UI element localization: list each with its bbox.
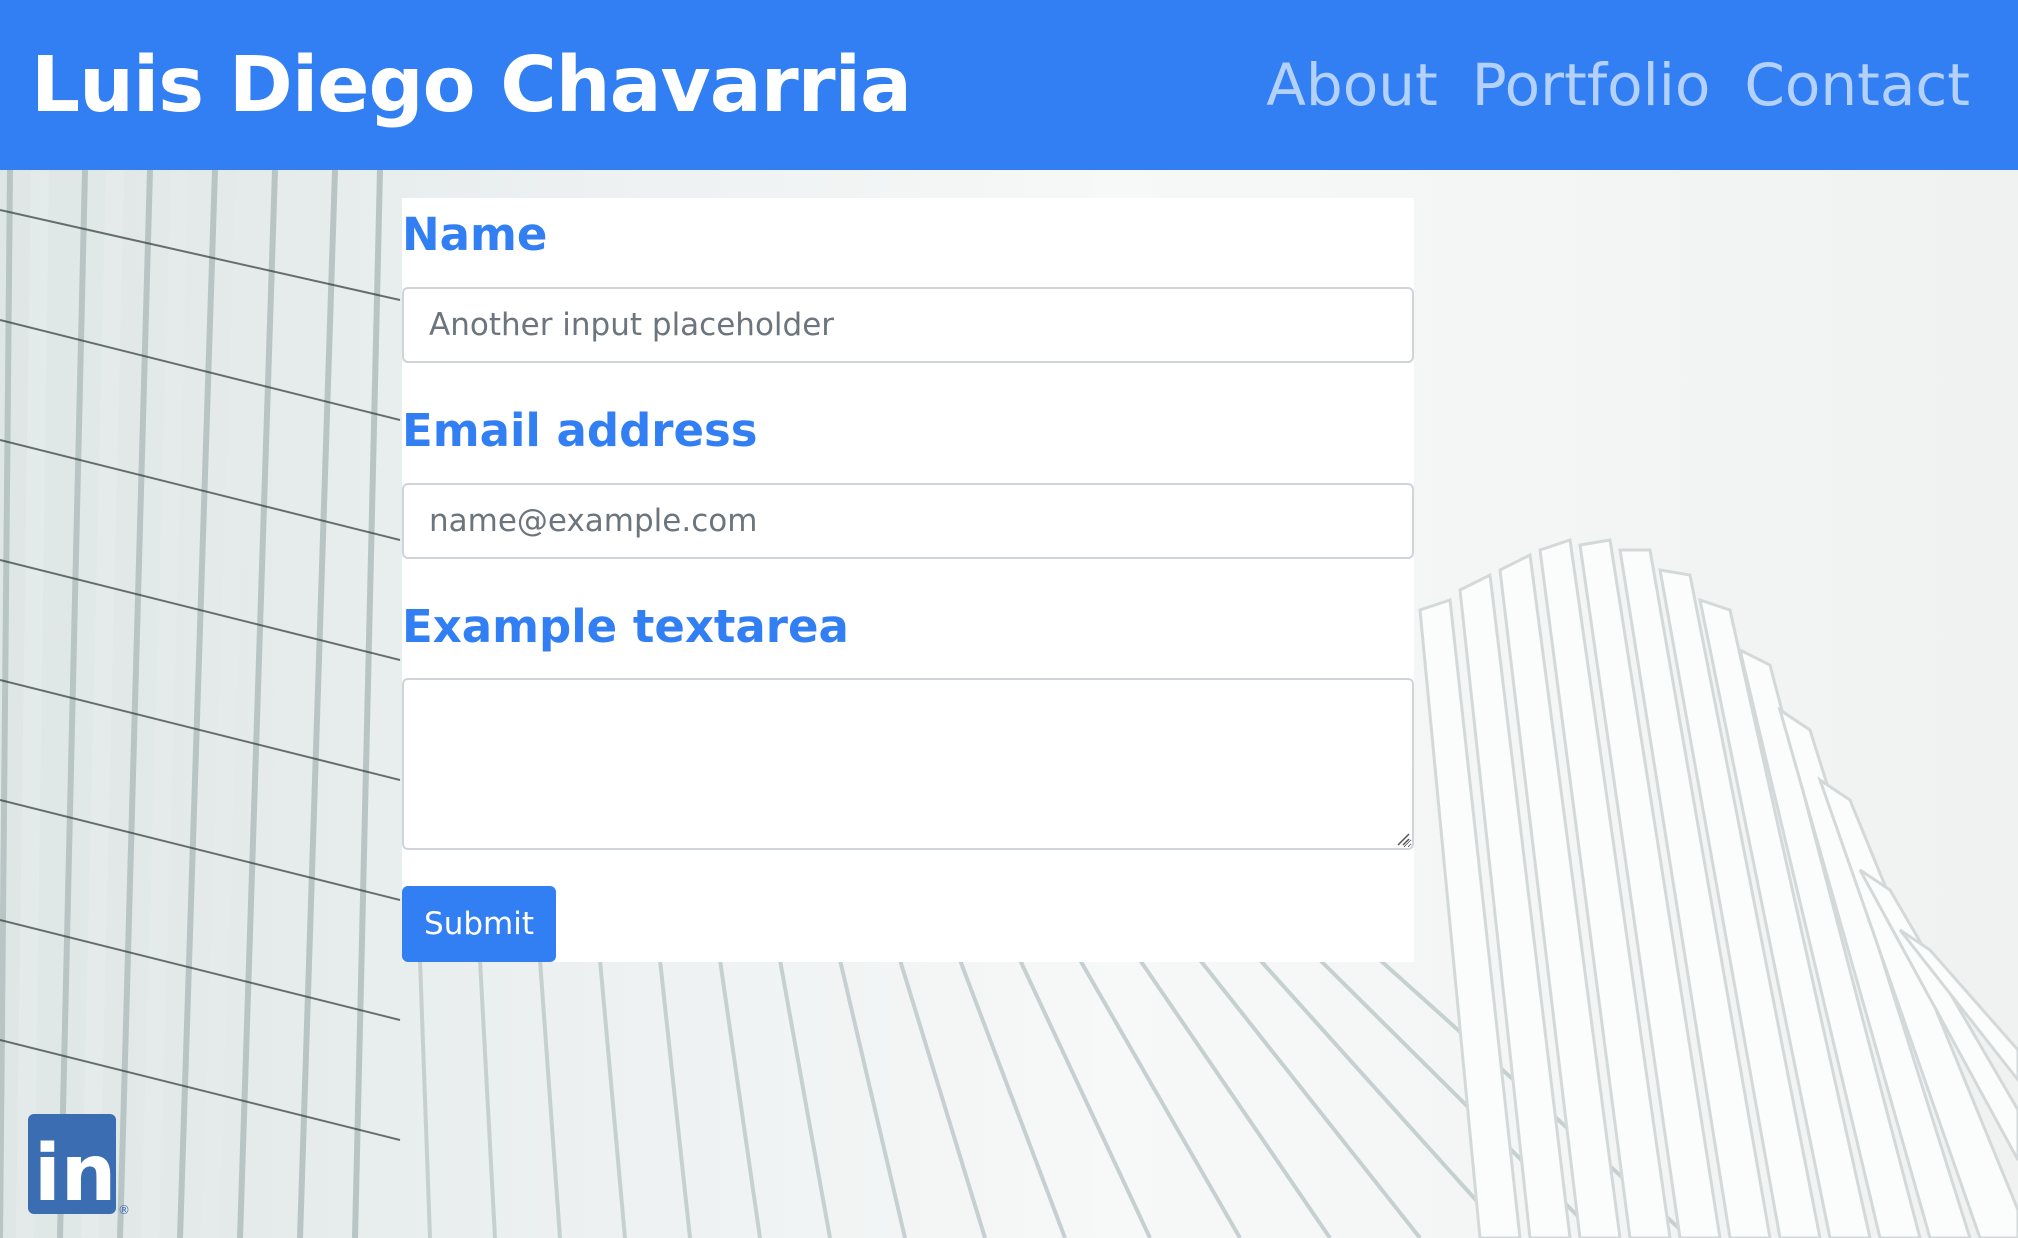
nav-link-about[interactable]: About [1266, 51, 1437, 119]
nav-link-portfolio[interactable]: Portfolio [1472, 51, 1711, 119]
top-navbar: Luis Diego Chavarria About Portfolio Con… [0, 0, 2018, 170]
contact-form: Name Email address Example textarea Subm… [402, 198, 1414, 962]
linkedin-text: in [34, 1129, 116, 1219]
name-label: Name [402, 208, 548, 261]
submit-button[interactable]: Submit [402, 886, 556, 962]
name-input[interactable] [402, 287, 1414, 363]
textarea-label: Example textarea [402, 600, 849, 653]
nav-links: About Portfolio Contact [1266, 51, 1970, 119]
svg-text:®: ® [118, 1203, 130, 1217]
linkedin-icon[interactable]: in ® [28, 1114, 130, 1219]
resize-grip-icon[interactable] [1396, 832, 1410, 846]
email-input[interactable] [402, 483, 1414, 559]
message-textarea[interactable] [402, 678, 1414, 850]
nav-link-contact[interactable]: Contact [1744, 51, 1970, 119]
email-label: Email address [402, 404, 758, 457]
site-brand[interactable]: Luis Diego Chavarria [31, 41, 912, 130]
